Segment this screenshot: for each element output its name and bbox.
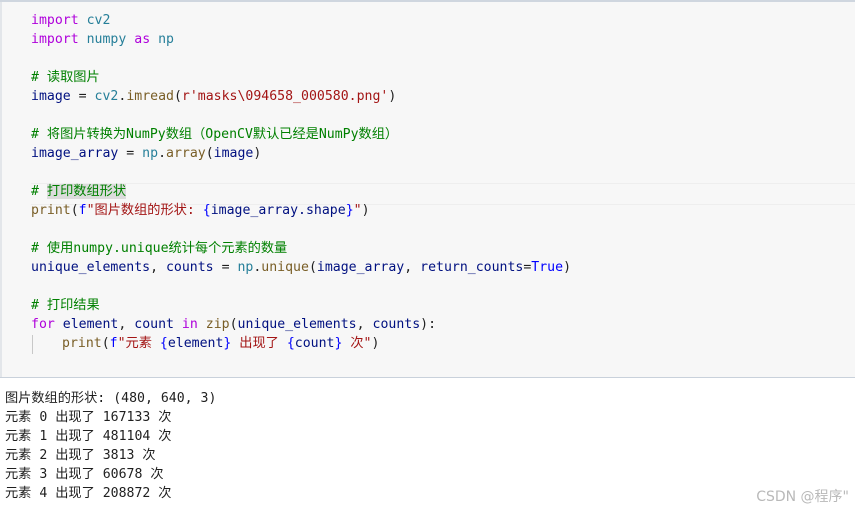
code-line-8[interactable]: print(f"图片数组的形状: {image_array.shape}")	[31, 201, 370, 220]
code-comment-hash: #	[31, 184, 47, 199]
argument: counts	[372, 317, 421, 332]
code-line-5[interactable]: # 将图片转换为NumPy数组（OpenCV默认已经是NumPy数组）	[31, 125, 398, 144]
interp-brace: {	[286, 336, 295, 351]
paren: (	[173, 89, 182, 104]
paren: )	[563, 260, 572, 275]
variable: counts	[165, 260, 214, 275]
code-cell[interactable]: import cv2 import numpy as np # 读取图片 ima…	[0, 2, 855, 378]
keyword-argument: return_counts	[420, 260, 524, 275]
code-comment: # 打印结果	[31, 298, 100, 313]
output-line: 元素 3 出现了 60678 次	[5, 467, 164, 482]
module-alias: np	[158, 32, 174, 47]
output-line: 元素 0 出现了 167133 次	[5, 410, 172, 425]
operator: =	[118, 146, 143, 161]
paren: ):	[420, 317, 437, 332]
keyword-in: in	[181, 317, 198, 332]
paren: (	[101, 336, 110, 351]
function-name: zip	[205, 317, 230, 332]
paren: (	[308, 260, 317, 275]
dot: .	[158, 146, 167, 161]
module-name: numpy	[86, 32, 127, 47]
variable: count	[134, 317, 174, 332]
module-name: cv2	[94, 89, 119, 104]
code-line-10[interactable]: unique_elements, counts = np.unique(imag…	[31, 258, 571, 277]
comma: ,	[150, 260, 166, 275]
string-literal: 次"	[342, 336, 372, 351]
module-name: np	[142, 146, 159, 161]
paren: )	[361, 203, 370, 218]
string-literal: "	[353, 203, 362, 218]
comma: ,	[118, 317, 135, 332]
output-line: 元素 2 出现了 3813 次	[5, 448, 156, 463]
operator: =	[70, 89, 95, 104]
comma: ,	[356, 317, 373, 332]
function-name: print	[62, 336, 102, 351]
string-literal: "元素	[117, 336, 160, 351]
operator: =	[213, 260, 238, 275]
code-line-12[interactable]: for element, count in zip(unique_element…	[31, 315, 436, 334]
code-comment: # 将图片转换为NumPy数组（OpenCV默认已经是NumPy数组）	[31, 127, 399, 142]
interp-expression: count	[294, 336, 335, 351]
module-name: cv2	[86, 13, 111, 28]
string-literal: 出现了	[231, 336, 287, 351]
module-name: np	[237, 260, 254, 275]
code-line-7[interactable]: # 打印数组形状	[31, 182, 127, 201]
code-line-4[interactable]: image = cv2.imread(r'masks\094658_000580…	[31, 87, 396, 106]
argument: image	[213, 146, 254, 161]
keyword-import: import	[31, 13, 79, 28]
interp-expression: image_array.shape	[210, 203, 346, 218]
fstring-prefix: f	[78, 203, 87, 218]
indent-guide	[32, 335, 33, 354]
keyword-import: import	[31, 32, 79, 47]
string-literal: r'masks\094658_000580.png'	[181, 89, 389, 104]
notebook-view: import cv2 import numpy as np # 读取图片 ima…	[0, 0, 855, 513]
interp-brace: {	[159, 336, 168, 351]
code-line-3[interactable]: # 读取图片	[31, 68, 100, 87]
comma: ,	[404, 260, 421, 275]
interp-expression: element	[167, 336, 224, 351]
function-name: imread	[126, 89, 174, 104]
fstring-prefix: f	[109, 336, 118, 351]
watermark: CSDN @程序"	[756, 489, 849, 505]
paren: (	[70, 203, 79, 218]
variable: image_array	[31, 146, 119, 161]
code-line-2[interactable]: import numpy as np	[31, 30, 174, 49]
paren: (	[229, 317, 238, 332]
code-line-6[interactable]: image_array = np.array(image)	[31, 144, 261, 163]
output-line: 元素 1 出现了 481104 次	[5, 429, 172, 444]
output-line: 元素 4 出现了 208872 次	[5, 486, 172, 501]
keyword-as: as	[134, 32, 151, 47]
paren: )	[371, 336, 380, 351]
paren: )	[253, 146, 262, 161]
paren: (	[205, 146, 214, 161]
paren: )	[388, 89, 397, 104]
constant: True	[531, 260, 564, 275]
interp-brace: {	[202, 203, 211, 218]
code-line-1[interactable]: import cv2	[31, 11, 110, 30]
code-comment-selected-text: 打印数组形状	[46, 184, 127, 199]
code-line-11[interactable]: # 打印结果	[31, 296, 100, 315]
keyword-for: for	[31, 317, 55, 332]
function-name: print	[31, 203, 71, 218]
code-comment: # 读取图片	[31, 70, 100, 85]
output-line: 图片数组的形状: (480, 640, 3)	[5, 391, 217, 406]
string-literal: "图片数组的形状:	[86, 203, 203, 218]
code-line-9[interactable]: # 使用numpy.unique统计每个元素的数量	[31, 239, 287, 258]
argument: unique_elements	[237, 317, 357, 332]
code-line-13[interactable]: print(f"元素 {element} 出现了 {count} 次")	[62, 334, 379, 353]
variable: unique_elements	[31, 260, 151, 275]
cell-left-edge	[0, 2, 2, 377]
function-name: unique	[261, 260, 309, 275]
code-comment: # 使用numpy.unique统计每个元素的数量	[31, 241, 288, 256]
variable: image	[31, 89, 71, 104]
variable: element	[62, 317, 119, 332]
function-name: array	[166, 146, 206, 161]
argument: image_array	[316, 260, 405, 275]
interp-brace: }	[345, 203, 354, 218]
